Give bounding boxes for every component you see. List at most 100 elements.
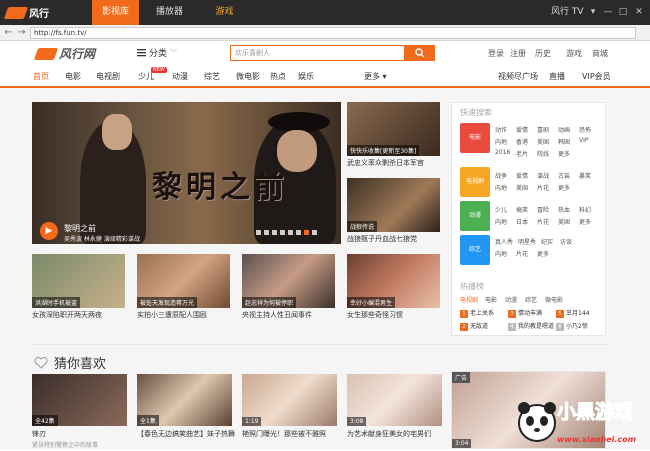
category-link[interactable]: 动画 (558, 125, 570, 134)
menu-dropdown-icon[interactable]: ▾ (585, 0, 601, 25)
hot-tab-anime[interactable]: 动漫 (505, 295, 517, 304)
hero-dot[interactable] (264, 230, 269, 235)
register-link[interactable]: 注册 (510, 48, 526, 59)
category-link[interactable]: 纪实 (541, 237, 553, 246)
channel-movie[interactable]: 电影 (65, 71, 81, 82)
row-caption[interactable]: 女孩深陷职开两天两夜 (32, 310, 102, 320)
search-button[interactable] (405, 45, 435, 61)
category-link[interactable]: 古装 (558, 171, 570, 180)
category-link[interactable]: 爱情 (516, 171, 528, 180)
row-caption[interactable]: 央视主持人性丑闻事件 (242, 310, 312, 320)
app-logo[interactable]: 风行 (3, 4, 49, 21)
hero-dot[interactable] (272, 230, 277, 235)
category-link[interactable]: 暴笑 (579, 171, 591, 180)
hero-dot[interactable] (256, 230, 261, 235)
hero-banner[interactable]: 黎明之前 ▶ 黎明之前 吴秀波 林永健 演绎精彩谍战 (32, 102, 341, 244)
category-link[interactable]: 2016 (495, 149, 510, 156)
hot-item[interactable]: 6 小乃2惊 (556, 321, 588, 331)
category-link[interactable]: 少儿 (495, 205, 507, 214)
row-thumbnail-2[interactable]: 被处天发现造蒋万光 (137, 254, 230, 308)
thumb-caption[interactable]: 战狼甄子丹血战七狼党 (347, 234, 417, 244)
category-link[interactable]: 内地 (495, 183, 507, 192)
side-thumbnail-2[interactable]: 战狼传说 (347, 178, 440, 232)
category-link[interactable]: 美国 (537, 137, 549, 146)
category-link[interactable]: 片花 (516, 249, 528, 258)
category-link[interactable]: 更多 (558, 183, 570, 192)
channel-anime[interactable]: 动漫 (172, 71, 188, 82)
category-link[interactable]: 院线 (537, 149, 549, 158)
channel-live[interactable]: 直播 (549, 71, 565, 82)
recommend-caption[interactable]: 锋刃 (32, 429, 46, 439)
hot-tab-variety[interactable]: 综艺 (525, 295, 537, 304)
hot-item[interactable]: 1 老上关系 (460, 308, 494, 318)
category-link[interactable]: 谍战 (537, 171, 549, 180)
category-link[interactable]: 明星秀 (518, 237, 536, 246)
hero-pagination[interactable] (256, 230, 317, 235)
hot-item[interactable]: 5 芈月144 (556, 308, 589, 318)
channel-home[interactable]: 首页 (33, 71, 49, 82)
category-link[interactable]: 片花 (537, 183, 549, 192)
hero-dot[interactable] (288, 230, 293, 235)
category-link[interactable]: 片花 (537, 217, 549, 226)
minimize-icon[interactable]: — (600, 0, 616, 25)
hot-item[interactable]: 4 我的教是嗯道 (508, 321, 554, 331)
recommend-card[interactable]: 全42集 (32, 374, 127, 426)
category-link[interactable]: 老片 (516, 149, 528, 158)
channel-variety[interactable]: 综艺 (204, 71, 220, 82)
maximize-icon[interactable]: □ (615, 0, 631, 25)
recommend-card[interactable]: 3:08 (347, 374, 442, 426)
channel-more[interactable]: 更多 ▾ (364, 71, 387, 82)
history-link[interactable]: 历史 (535, 48, 551, 59)
row-thumbnail-4[interactable]: 幸好小编混男生 (347, 254, 440, 308)
hot-tab-movie[interactable]: 电影 (485, 295, 497, 304)
hero-dot[interactable] (296, 230, 301, 235)
category-link[interactable]: 热血 (558, 205, 570, 214)
row-thumbnail-3[interactable]: 赵忠祥为何被停职 (242, 254, 335, 308)
search-input[interactable]: 欢乐喜剧人 (230, 45, 405, 61)
hero-dot[interactable] (312, 230, 317, 235)
tab-player[interactable]: 播放器 (146, 0, 193, 25)
category-tv-icon[interactable]: 电视剧 (460, 167, 490, 197)
hot-item[interactable]: 2 无敌道 (460, 321, 488, 331)
category-link[interactable]: 访谈 (560, 237, 572, 246)
category-link[interactable]: 内地 (495, 217, 507, 226)
login-link[interactable]: 登录 (488, 48, 504, 59)
category-link[interactable]: 美国 (516, 183, 528, 192)
games-link[interactable]: 游戏 (566, 48, 582, 59)
close-icon[interactable]: ✕ (631, 0, 647, 25)
category-link[interactable]: 内地 (495, 249, 507, 258)
channel-ent[interactable]: 娱乐 (298, 71, 314, 82)
thumb-caption[interactable]: 武忠义率众剿杀日本军官 (347, 158, 424, 168)
category-movie-icon[interactable]: 电影 (460, 123, 490, 153)
url-input[interactable]: http://fs.fun.tv/ (30, 27, 636, 39)
category-link[interactable]: 科幻 (579, 205, 591, 214)
hero-dot[interactable] (280, 230, 285, 235)
category-link[interactable]: 内地 (495, 137, 507, 146)
hero-dot-active[interactable] (304, 230, 309, 235)
category-link[interactable]: 搞笑 (516, 205, 528, 214)
category-link[interactable]: 爱情 (516, 125, 528, 134)
channel-hot[interactable]: 热点 (270, 71, 286, 82)
recommend-card[interactable]: 全1集 (137, 374, 232, 426)
category-link[interactable]: 更多 (558, 149, 570, 158)
channel-micro-film[interactable]: 微电影 (236, 71, 260, 82)
channel-tv[interactable]: 电视剧 (96, 71, 120, 82)
category-anime-icon[interactable]: 动漫 (460, 201, 490, 231)
category-link[interactable]: 真人秀 (495, 237, 513, 246)
channel-square[interactable]: 视频尽广场 (498, 71, 538, 82)
play-icon[interactable]: ▶ (40, 222, 58, 240)
forward-icon[interactable]: → (15, 26, 28, 39)
category-link[interactable]: 喜剧 (537, 125, 549, 134)
hot-tab-micro[interactable]: 微电影 (545, 295, 563, 304)
category-link[interactable]: 冒险 (537, 205, 549, 214)
back-icon[interactable]: ← (2, 26, 15, 39)
recommend-caption[interactable]: 为艺术献身狂美女的宅男们 (347, 429, 431, 439)
category-variety-icon[interactable]: 综艺 (460, 235, 490, 265)
row-caption[interactable]: 女生那些奇怪习惯 (347, 310, 403, 320)
category-link[interactable]: 韩国 (558, 137, 570, 146)
category-menu[interactable]: 分类 ﹀ (137, 46, 177, 59)
hot-tab-tv[interactable]: 电视剧 (460, 295, 478, 304)
hot-item[interactable]: 3 情动丰满 (508, 308, 542, 318)
row-caption[interactable]: 实拍小三遭原配人围殴 (137, 310, 207, 320)
category-link[interactable]: 日本 (516, 217, 528, 226)
